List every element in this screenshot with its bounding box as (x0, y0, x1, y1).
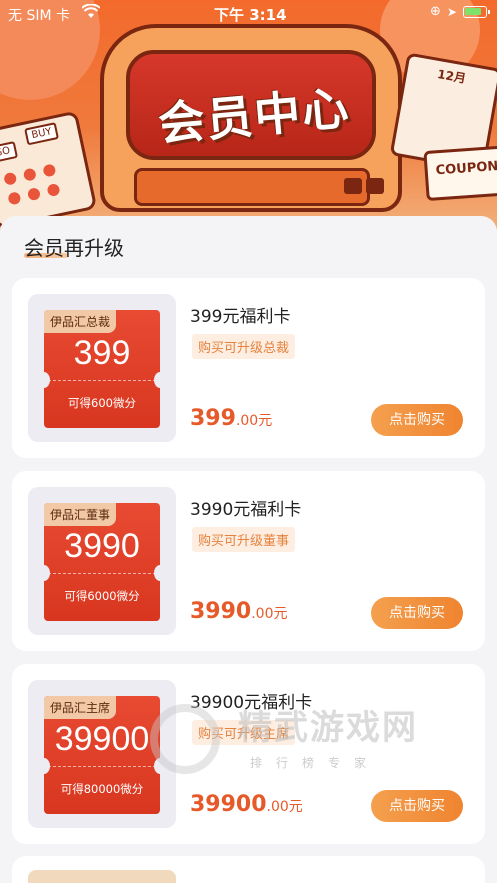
ticket-points: 可得6000微分 (64, 589, 140, 603)
price-integer: 39900 (190, 792, 267, 817)
clock: 下午 3:14 (214, 6, 287, 24)
calc-key (26, 187, 42, 202)
card-price: 39900.00元 (190, 792, 303, 817)
ticket-frame: 伊品汇主席 39900 可得80000微分 (28, 680, 176, 828)
ticket-frame: 伊品汇总裁 399 可得600微分 (28, 294, 176, 442)
status-bar: 无 SIM 卡 下午 3:14 ⊕ ➤ (0, 0, 497, 28)
price-decimal: .00元 (266, 799, 303, 815)
ticket-divider (48, 573, 156, 574)
ticket-tag: 伊品汇总裁 (44, 310, 117, 333)
calc-key (22, 167, 37, 182)
upgrade-badge: 购买可升级主席 (192, 720, 296, 745)
card-name: 399元福利卡 (190, 307, 291, 327)
carrier-label: 无 SIM 卡 (8, 8, 70, 24)
coupon-illustration: COUPONS (423, 144, 497, 202)
ticket-notch (38, 758, 50, 774)
ticket-notch (38, 565, 50, 581)
status-icons: ⊕ ➤ (430, 4, 490, 19)
header-banner: 会员中心 GO BUY 12月 COUPONS 无 SIM 卡 下午 3:14 … (0, 0, 497, 230)
ticket-tag: 伊品汇董事 (44, 503, 117, 526)
ticket: 伊品汇主席 39900 可得80000微分 (44, 696, 160, 814)
tv-base (134, 168, 370, 206)
ticket-frame (28, 870, 176, 883)
upgrade-badge: 购买可升级总裁 (192, 334, 296, 359)
membership-card[interactable]: 伊品汇主席 39900 可得80000微分 39900元福利卡 购买可升级主席 … (12, 664, 485, 844)
price-integer: 399 (190, 406, 236, 431)
buy-button[interactable]: 点击购买 (371, 790, 463, 822)
ticket-points: 可得80000微分 (60, 782, 144, 796)
calc-key (3, 171, 18, 186)
ticket: 伊品汇总裁 399 可得600微分 (44, 310, 160, 428)
calc-key (46, 182, 61, 198)
calculator-illustration: GO BUY (0, 110, 98, 230)
ticket-divider (48, 766, 156, 767)
orientation-lock-icon: ⊕ (430, 4, 441, 19)
battery-icon (463, 5, 490, 18)
calc-key (7, 191, 22, 206)
buy-button[interactable]: 点击购买 (371, 404, 463, 436)
card-name: 3990元福利卡 (190, 500, 302, 520)
calc-go-tag: GO (0, 141, 18, 164)
calc-buy-tag: BUY (24, 122, 60, 146)
membership-card[interactable]: 伊品汇董事 3990 可得6000微分 3990元福利卡 购买可升级董事 399… (12, 471, 485, 651)
membership-card[interactable]: 伊品汇总裁 399 可得600微分 399元福利卡 购买可升级总裁 399.00… (12, 278, 485, 458)
ticket-frame: 伊品汇董事 3990 可得6000微分 (28, 487, 176, 635)
ticket-tag: 伊品汇主席 (44, 696, 117, 719)
card-price: 3990.00元 (190, 599, 288, 624)
membership-card-partial[interactable] (12, 856, 485, 883)
price-integer: 3990 (190, 599, 252, 624)
ticket-amount: 399 (73, 334, 131, 372)
card-name: 39900元福利卡 (190, 693, 313, 713)
ticket-amount: 39900 (54, 720, 150, 758)
ticket-points: 可得600微分 (68, 396, 136, 410)
wifi-icon (81, 3, 101, 24)
ticket-notch (154, 372, 166, 388)
card-price: 399.00元 (190, 406, 272, 431)
ticket-notch (154, 565, 166, 581)
calendar-month: 12月 (436, 67, 467, 86)
ticket-notch (38, 372, 50, 388)
ticket-divider (48, 380, 156, 381)
ticket: 伊品汇董事 3990 可得6000微分 (44, 503, 160, 621)
main-content: 会员再升级 伊品汇总裁 399 可得600微分 399元福利卡 购买可升级总裁 … (0, 216, 497, 883)
location-icon: ➤ (446, 4, 457, 19)
price-decimal: .00元 (235, 413, 273, 429)
ticket-amount: 3990 (64, 527, 140, 565)
ticket-notch (154, 758, 166, 774)
tv-knob (366, 178, 384, 194)
buy-button[interactable]: 点击购买 (371, 597, 463, 629)
tv-knob (344, 178, 362, 194)
upgrade-badge: 购买可升级董事 (192, 527, 296, 552)
section-title: 会员再升级 (24, 236, 124, 260)
price-decimal: .00元 (251, 606, 288, 622)
calc-key (42, 163, 57, 178)
